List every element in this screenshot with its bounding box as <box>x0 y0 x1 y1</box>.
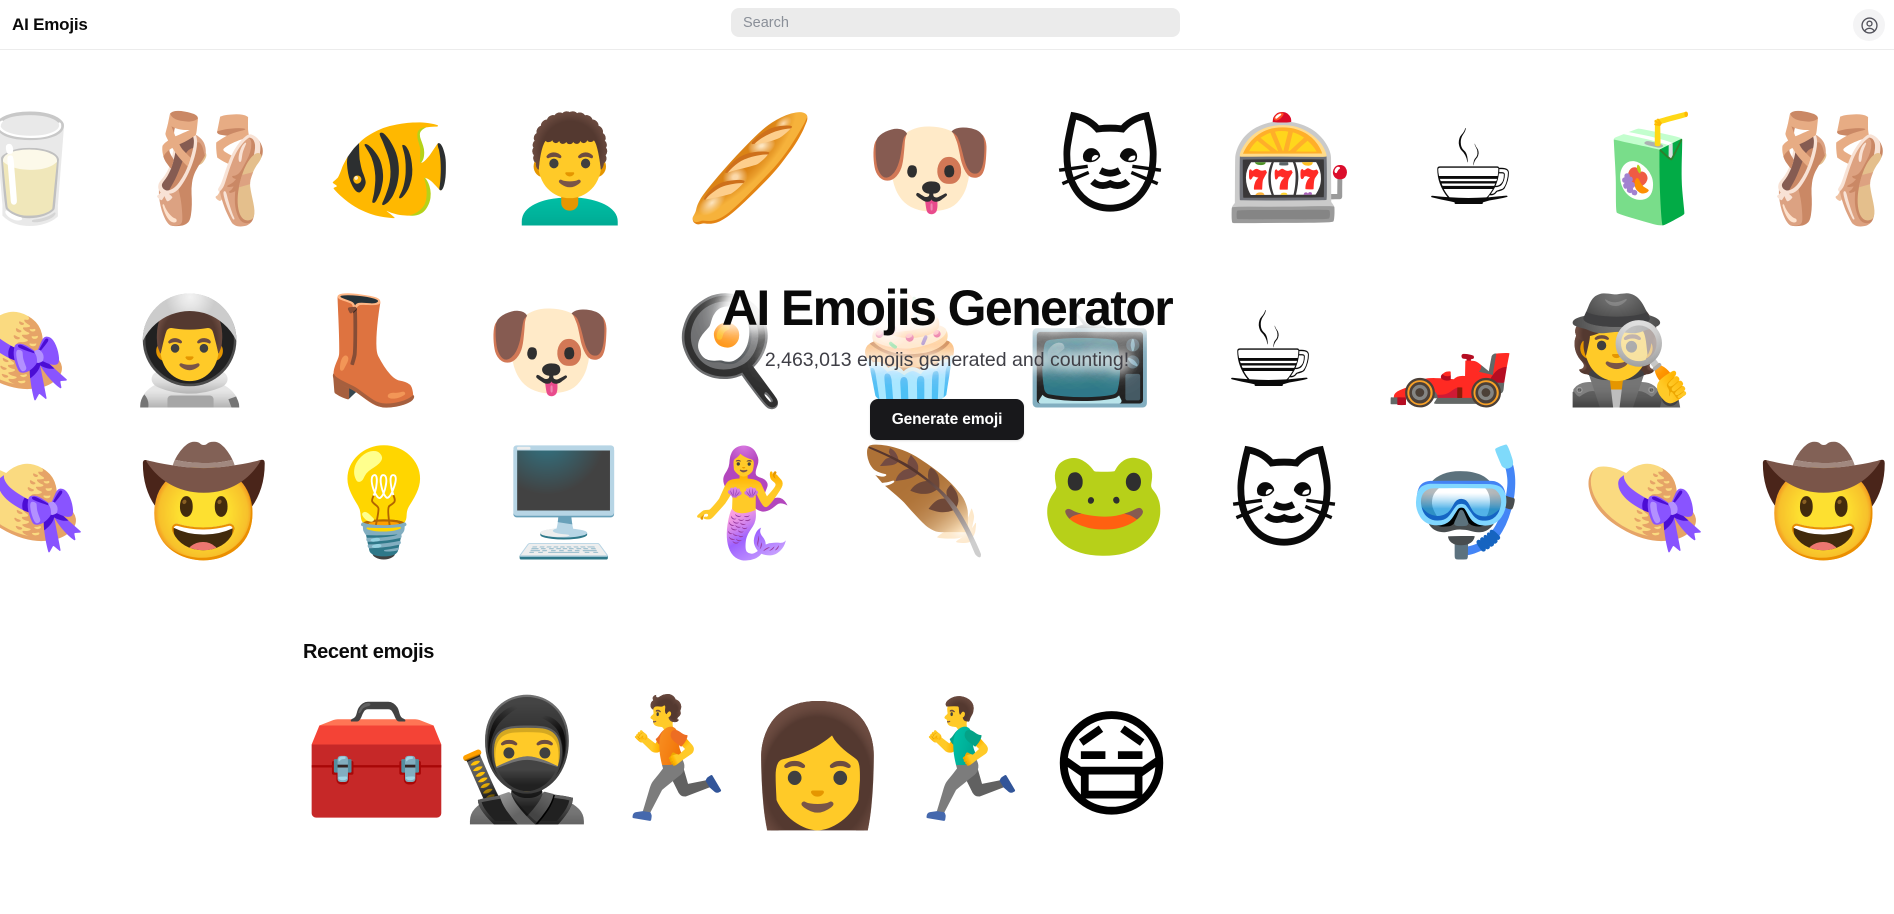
recent-emoji-glyph: 🏃‍♂️ <box>891 689 1038 828</box>
emoji-row-1: 🥛 🩰 🐠 👨‍🦱 🥖 🐶 🐱 🎰 ☕ 🧃 🩰 <box>0 107 1894 229</box>
hero-content: AI Emojis Generator 2,463,013 emojis gen… <box>0 282 1894 440</box>
search-container <box>731 8 1180 37</box>
bg-emoji: 🪶 <box>859 441 989 563</box>
bg-emoji: ☕ <box>1423 107 1517 229</box>
recent-emoji-glyph: 👩 <box>744 695 891 834</box>
recent-emoji-glyph: 🧰 <box>303 689 450 828</box>
bg-emoji: 🐶 <box>865 107 995 229</box>
bg-emoji: 🥖 <box>685 107 815 229</box>
bg-emoji: 🤿 <box>1399 441 1529 563</box>
bg-emoji: 👒 <box>0 441 89 563</box>
recent-emoji-glyph: 🥷 <box>450 689 597 828</box>
bg-emoji: 🎰 <box>1225 107 1355 229</box>
user-circle-icon <box>1860 16 1879 35</box>
recent-emojis-grid: 🧰 🥷 🏃 👩 🏃‍♂️ 😷 <box>303 685 1894 832</box>
recent-emoji-item[interactable]: 🧰 <box>303 685 450 832</box>
bg-emoji: 🧜‍♀️ <box>679 441 809 563</box>
recent-emojis-section: Recent emojis 🧰 🥷 🏃 👩 🏃‍♂️ 😷 <box>0 610 1894 832</box>
bg-emoji: 🤠 <box>1759 441 1889 563</box>
hero-section: 🥛 🩰 🐠 👨‍🦱 🥖 🐶 🐱 🎰 ☕ 🧃 🩰 👒 👨‍🚀 👢 🐶 🍳 🧁 📺 … <box>0 50 1894 610</box>
bg-emoji: 🧃 <box>1585 107 1715 229</box>
recent-emoji-item[interactable]: 🥷 <box>450 685 597 832</box>
bg-emoji: 🥛 <box>0 107 95 229</box>
recent-emojis-heading: Recent emojis <box>303 641 435 663</box>
recent-emoji-item[interactable]: 🏃‍♂️ <box>891 685 1038 832</box>
bg-emoji: 👒 <box>1579 441 1709 563</box>
bg-emoji: 💡 <box>319 441 449 563</box>
bg-emoji: 🩰 <box>145 107 275 229</box>
emoji-row-3: 👒 🤠 💡 🖥️ 🧜‍♀️ 🪶 🐸 🐱 🤿 👒 🤠 <box>0 441 1889 563</box>
account-button[interactable] <box>1853 9 1885 41</box>
search-input[interactable] <box>731 8 1180 37</box>
recent-emoji-item[interactable]: 😷 <box>1038 685 1185 832</box>
bg-emoji: 🐠 <box>325 107 455 229</box>
recent-emoji-glyph: 😷 <box>1049 695 1173 834</box>
generate-emoji-button[interactable]: Generate emoji <box>869 399 1025 440</box>
app-header: AI Emojis <box>0 0 1894 50</box>
page-title: AI Emojis Generator <box>721 280 1174 336</box>
bg-emoji: 🐱 <box>1055 107 1165 229</box>
bg-emoji: 🩰 <box>1765 107 1894 229</box>
bg-emoji: 🤠 <box>139 441 269 563</box>
bg-emoji: 🖥️ <box>499 441 629 563</box>
bg-emoji: 🐸 <box>1039 441 1169 563</box>
brand-title: AI Emojis <box>12 14 88 34</box>
bg-emoji: 👨‍🦱 <box>505 107 635 229</box>
generated-count-text: 2,463,013 emojis generated and counting! <box>764 349 1130 371</box>
recent-emoji-item[interactable]: 👩 <box>744 685 891 832</box>
bg-emoji: 🐱 <box>1229 441 1339 563</box>
recent-emoji-glyph: 🏃 <box>597 689 744 828</box>
recent-emoji-item[interactable]: 🏃 <box>597 685 744 832</box>
